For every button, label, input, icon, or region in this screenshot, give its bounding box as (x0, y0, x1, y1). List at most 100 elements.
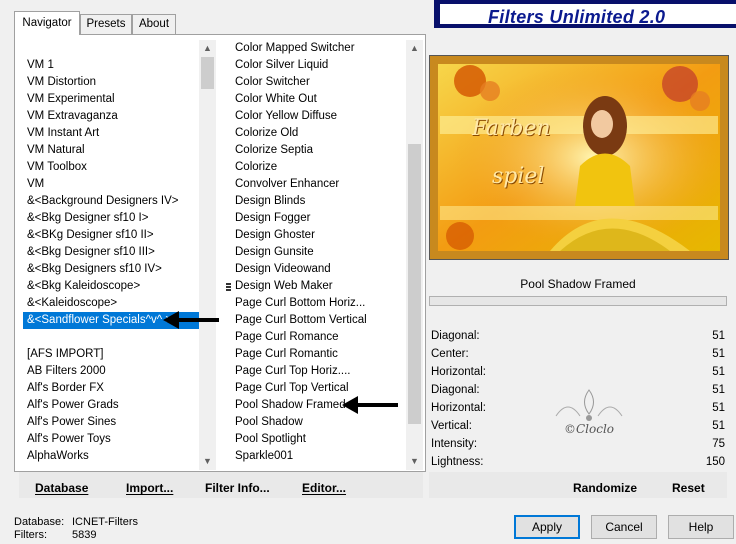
filter-item[interactable]: Color Yellow Diffuse (231, 108, 406, 125)
category-item[interactable]: Alf's Power Grads (23, 397, 199, 414)
filter-item[interactable]: Color Switcher (231, 74, 406, 91)
filter-item[interactable]: Page Curl Top Vertical (231, 380, 406, 397)
scroll-down-icon[interactable]: ▼ (199, 453, 216, 470)
parameter-row[interactable]: Intensity: 75 (431, 436, 725, 454)
category-item[interactable]: VM Natural (23, 142, 199, 159)
parameter-label: Horizontal: (431, 402, 486, 414)
scroll-up-icon[interactable]: ▲ (406, 40, 423, 57)
category-item[interactable]: &<Background Designers IV> (23, 193, 199, 210)
import-button[interactable]: Import... (126, 481, 173, 495)
parameter-label: Lightness: (431, 456, 484, 468)
parameter-row[interactable]: Diagonal: 51 (431, 328, 725, 346)
drag-grip-icon (226, 283, 231, 291)
category-scroll-thumb[interactable] (201, 57, 214, 89)
filter-scrollbar[interactable]: ▲ ▼ (406, 40, 423, 470)
parameter-row[interactable]: Center: 51 (431, 346, 725, 364)
preview-text-line1: Farben (472, 116, 551, 141)
filter-item[interactable]: Design Blinds (231, 193, 406, 210)
randomize-button[interactable]: Randomize (573, 481, 637, 495)
parameter-row[interactable]: Horizontal: 51 (431, 364, 725, 382)
filter-item[interactable]: Design Gunsite (231, 244, 406, 261)
database-button[interactable]: Database (35, 481, 88, 495)
category-item[interactable]: &<Bkg Designer sf10 I> (23, 210, 199, 227)
filter-item[interactable]: Page Curl Bottom Vertical (231, 312, 406, 329)
filter-item[interactable]: Colorize (231, 159, 406, 176)
parameter-label: Horizontal: (431, 366, 486, 378)
apply-button[interactable]: Apply (514, 515, 580, 539)
reset-button[interactable]: Reset (672, 481, 705, 495)
filter-item[interactable]: Pool Spotlight (231, 431, 406, 448)
category-item[interactable]: Alf's Power Sines (23, 414, 199, 431)
category-item[interactable]: &<BKg Designer sf10 II> (23, 227, 199, 244)
filter-item[interactable]: Design Web Maker (231, 278, 406, 295)
parameter-label: Diagonal: (431, 384, 480, 396)
preview-image (430, 56, 728, 259)
parameter-label: Diagonal: (431, 330, 480, 342)
category-item[interactable]: Alf's Power Toys (23, 431, 199, 448)
filter-item[interactable]: Design Videowand (231, 261, 406, 278)
tab-navigator[interactable]: Navigator (14, 11, 80, 35)
filter-info-label: Filter Info... (205, 481, 270, 495)
tab-about[interactable]: About (132, 14, 176, 34)
filter-item[interactable]: Convolver Enhancer (231, 176, 406, 193)
parameter-value: 150 (705, 456, 725, 468)
filter-item[interactable]: Page Curl Romantic (231, 346, 406, 363)
filter-item[interactable]: Color White Out (231, 91, 406, 108)
parameter-value: 51 (712, 420, 725, 432)
scroll-down-icon[interactable]: ▼ (406, 453, 423, 470)
cancel-button[interactable]: Cancel (591, 515, 657, 539)
filter-item[interactable]: Page Curl Romance (231, 329, 406, 346)
category-item[interactable]: AB Filters 2000 (23, 363, 199, 380)
filter-item[interactable]: Color Silver Liquid (231, 57, 406, 74)
category-item[interactable]: &<Bkg Kaleidoscope> (23, 278, 199, 295)
category-item[interactable]: &<Kaleidoscope> (23, 295, 199, 312)
category-item[interactable]: &<Bkg Designer sf10 III> (23, 244, 199, 261)
filters-count-value: 5839 (72, 529, 97, 541)
app-title: Filters Unlimited 2.0 (488, 7, 666, 27)
pointer-arrow-icon (163, 311, 219, 329)
category-item[interactable]: VM (23, 176, 199, 193)
parameter-label: Vertical: (431, 420, 472, 432)
category-item[interactable]: VM 1 (23, 57, 199, 74)
filter-item[interactable]: Design Ghoster (231, 227, 406, 244)
tab-presets[interactable]: Presets (80, 14, 132, 34)
parameter-value: 51 (712, 402, 725, 414)
category-item[interactable]: Alf's Border FX (23, 380, 199, 397)
category-item[interactable]: &<Bkg Designers sf10 IV> (23, 261, 199, 278)
help-button[interactable]: Help (668, 515, 734, 539)
filters-count-label: Filters: (14, 529, 47, 541)
filter-item[interactable]: Page Curl Top Horiz.... (231, 363, 406, 380)
category-item[interactable]: VM Toolbox (23, 159, 199, 176)
parameter-value: 75 (712, 438, 725, 450)
parameter-row[interactable]: Lightness: 150 (431, 454, 725, 472)
category-item[interactable]: VM Extravaganza (23, 108, 199, 125)
category-item[interactable]: AlphaWorks (23, 448, 199, 465)
category-item[interactable]: VM Distortion (23, 74, 199, 91)
filter-item[interactable]: Colorize Septia (231, 142, 406, 159)
filter-name-bar (429, 296, 727, 306)
database-status-label: Database: (14, 516, 65, 528)
scroll-up-icon[interactable]: ▲ (199, 40, 216, 57)
category-item[interactable] (23, 329, 199, 346)
filter-item[interactable]: Pool Shadow (231, 414, 406, 431)
parameter-value: 51 (712, 384, 725, 396)
parameter-label: Intensity: (431, 438, 478, 450)
filter-info-button[interactable]: Filter Info... (205, 481, 270, 495)
category-scrollbar[interactable]: ▲ ▼ (199, 40, 216, 470)
filter-item[interactable]: Colorize Old (231, 125, 406, 142)
filter-item[interactable]: Color Mapped Switcher (231, 40, 406, 57)
category-item[interactable]: VM Instant Art (23, 125, 199, 142)
category-item[interactable]: VM Experimental (23, 91, 199, 108)
category-item[interactable]: [AFS IMPORT] (23, 346, 199, 363)
category-list[interactable]: VM 1 VM Distortion VM Experimental VM Extra… (23, 40, 199, 470)
filter-item[interactable]: Sparkle001 (231, 448, 406, 465)
filter-scroll-thumb[interactable] (408, 144, 421, 424)
database-status-value: ICNET-Filters (72, 516, 138, 528)
watermark-logo: ©Cloclo (548, 388, 630, 438)
editor-button[interactable]: Editor... (302, 481, 346, 495)
parameter-label: Center: (431, 348, 469, 360)
filter-item[interactable]: Design Fogger (231, 210, 406, 227)
pointer-arrow-icon (342, 396, 398, 414)
filter-item[interactable]: Page Curl Bottom Horiz... (231, 295, 406, 312)
preview-frame: Farben spiel (429, 55, 729, 260)
